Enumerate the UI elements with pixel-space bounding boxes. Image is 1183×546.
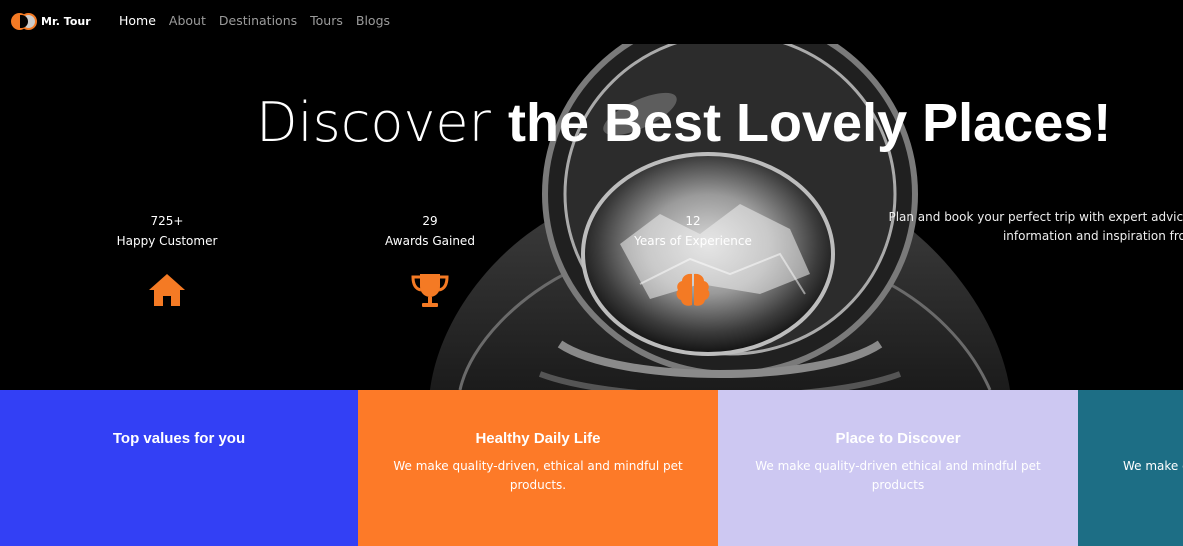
card-title: Place to Discover <box>835 430 961 447</box>
stat-label: Happy Customer <box>116 234 218 248</box>
card-partial: We make quality-driven ethical and mindf… <box>1078 390 1183 546</box>
card-title: Healthy Daily Life <box>475 430 601 447</box>
card-title <box>1078 430 1183 447</box>
brain-icon <box>676 273 710 306</box>
nav-link-home[interactable]: Home <box>119 13 156 28</box>
brand-logo[interactable]: Mr. Tour <box>11 13 91 30</box>
brand-name: Mr. Tour <box>41 15 91 28</box>
hero-section: Discover the Best Lovely Places! 725+ Ha… <box>0 44 1183 390</box>
nav-link-tours[interactable]: Tours <box>310 13 343 28</box>
hero-headline: Discover the Best Lovely Places! <box>256 93 1112 153</box>
value-cards: Top values for you Healthy Daily Life We… <box>0 390 1183 546</box>
stat-label: Awards Gained <box>385 234 475 248</box>
nav-link-blogs[interactable]: Blogs <box>356 13 390 28</box>
stat-value: 12 <box>685 214 701 228</box>
card-description: We make quality-driven, ethical and mind… <box>393 459 683 492</box>
card-description: We make quality-driven ethical and mindf… <box>1123 459 1183 473</box>
stat-happy-customer: 725+ Happy Customer <box>87 214 247 314</box>
trophy-icon <box>411 274 449 307</box>
card-healthy-daily-life: Healthy Daily Life We make quality-drive… <box>358 390 718 546</box>
nav-menu: Home About Destinations Tours Blogs <box>119 13 390 28</box>
stat-years-experience: 12 Years of Experience <box>613 214 773 314</box>
nav-link-destinations[interactable]: Destinations <box>219 13 297 28</box>
headline-light: Discover <box>256 91 491 154</box>
hero-tagline: Plan and book your perfect trip with exp… <box>888 210 1183 243</box>
card-place-to-discover: Place to Discover We make quality-driven… <box>718 390 1078 546</box>
card-description: We make quality-driven ethical and mindf… <box>755 459 1041 492</box>
home-icon <box>149 274 185 306</box>
stat-label: Years of Experience <box>634 234 752 248</box>
stat-awards-gained: 29 Awards Gained <box>350 214 510 314</box>
stat-value: 725+ <box>150 214 184 228</box>
top-navbar: Mr. Tour Home About Destinations Tours B… <box>0 0 1183 44</box>
logo-icon <box>11 13 37 30</box>
nav-link-about[interactable]: About <box>169 13 206 28</box>
card-top-values: Top values for you <box>0 390 358 546</box>
headline-bold: the Best Lovely Places! <box>508 93 1112 153</box>
card-title: Top values for you <box>112 430 246 447</box>
stat-value: 29 <box>422 214 438 228</box>
